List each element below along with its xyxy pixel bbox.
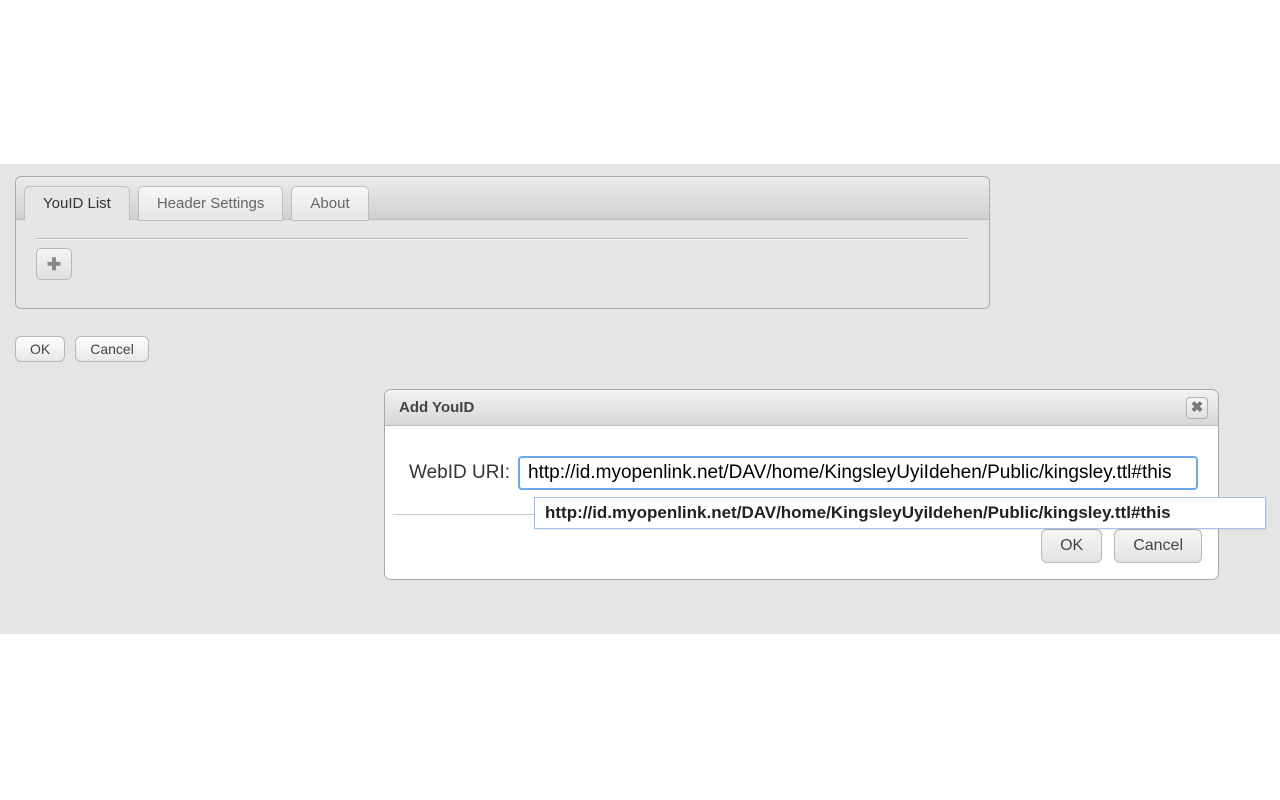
main-actions: OK Cancel [15,336,149,362]
plus-icon: ✚ [47,256,61,273]
close-icon: ✖ [1191,400,1204,415]
dialog-titlebar[interactable]: Add YouID ✖ [385,390,1218,426]
main-ok-button[interactable]: OK [15,336,65,362]
add-youid-dialog: Add YouID ✖ WebID URI: OK Cancel [384,389,1219,580]
button-label: Cancel [1133,537,1183,554]
tab-label: About [310,195,349,212]
button-label: Cancel [90,341,134,357]
tabbar: YouID List Header Settings About [16,177,989,220]
webid-uri-label: WebID URI: [409,462,510,484]
tab-youid-list[interactable]: YouID List [24,186,130,221]
dialog-title: Add YouID [399,399,474,416]
tab-header-settings[interactable]: Header Settings [138,186,284,221]
youid-list-content: ✚ [16,219,989,308]
youid-settings-panel: YouID List Header Settings About ✚ [15,176,990,309]
main-cancel-button[interactable]: Cancel [75,336,149,362]
dialog-close-button[interactable]: ✖ [1186,397,1208,419]
tab-label: YouID List [43,195,111,212]
add-youid-button[interactable]: ✚ [36,248,72,280]
webid-uri-input[interactable] [518,456,1198,490]
dialog-ok-button[interactable]: OK [1041,529,1102,563]
tab-about[interactable]: About [291,186,368,221]
autocomplete-text: http://id.myopenlink.net/DAV/home/Kingsl… [545,503,1171,522]
dialog-cancel-button[interactable]: Cancel [1114,529,1202,563]
button-label: OK [1060,537,1083,554]
autocomplete-suggestion[interactable]: http://id.myopenlink.net/DAV/home/Kingsl… [534,497,1266,529]
list-divider [36,238,969,240]
button-label: OK [30,341,50,357]
tab-label: Header Settings [157,195,265,212]
